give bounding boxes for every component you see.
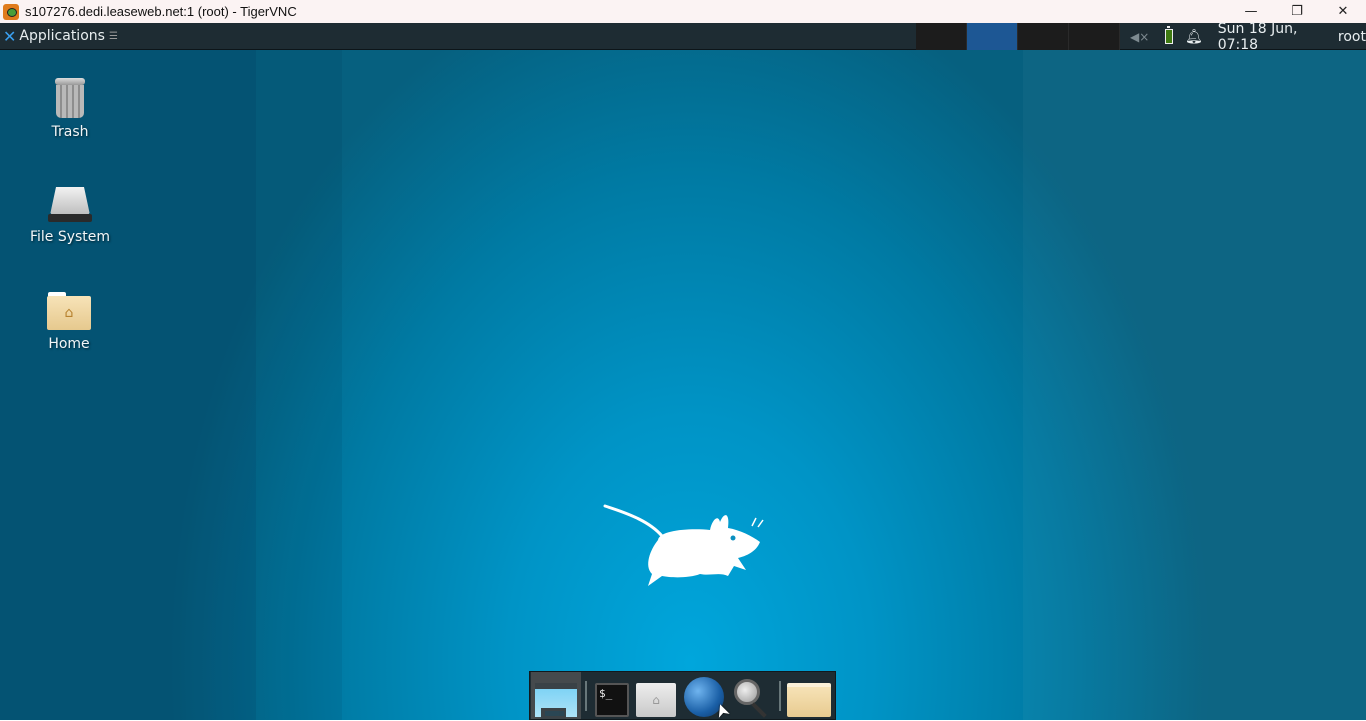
wallpaper-band	[1023, 23, 1366, 720]
dock-item-terminal[interactable]: $_	[591, 672, 633, 719]
desktop-icon-file-system[interactable]: File System	[15, 187, 125, 245]
show-desktop-icon	[535, 683, 577, 719]
bell-icon[interactable]: 🔔︎	[1185, 29, 1203, 45]
xfce-logo-icon: ✕	[3, 26, 17, 46]
top-panel: ✕ Applications ☰ ◀× 🔔︎ Sun 18 Jun, 07:18…	[0, 21, 1366, 53]
dock-item-app-finder[interactable]	[729, 672, 775, 719]
applications-menu-button[interactable]: ✕ Applications ☰	[0, 23, 118, 50]
desktop-icon-home[interactable]: ⌂ Home	[14, 292, 124, 352]
dock-item-show-desktop[interactable]	[531, 672, 581, 719]
user-menu[interactable]: root	[1338, 29, 1366, 45]
folder-icon	[787, 683, 831, 717]
home-folder-icon: ⌂	[636, 683, 676, 717]
trash-icon	[54, 76, 86, 118]
workspace-switcher	[916, 23, 1120, 50]
globe-icon	[684, 677, 724, 717]
dock-item-web-browser[interactable]	[679, 672, 729, 719]
window-titlebar: s107276.dedi.leaseweb.net:1 (root) - Tig…	[0, 0, 1366, 23]
applications-label: Applications	[19, 28, 105, 44]
speaker-muted-icon[interactable]: ◀×	[1130, 30, 1153, 44]
desktop-icon-label: File System	[29, 229, 111, 245]
workspace-4[interactable]	[1069, 23, 1120, 50]
hard-drive-icon	[47, 187, 93, 223]
xfce-mouse-logo	[603, 504, 764, 586]
desktop[interactable]	[0, 23, 1366, 720]
dock-separator	[585, 681, 587, 711]
home-folder-icon: ⌂	[46, 292, 92, 330]
desktop-icon-label: Trash	[51, 124, 89, 140]
desktop-icon-label: Home	[48, 336, 90, 352]
wallpaper-band	[256, 23, 342, 720]
workspace-1[interactable]	[916, 23, 967, 50]
magnifier-icon	[732, 677, 772, 718]
battery-icon[interactable]	[1164, 26, 1173, 44]
terminal-icon: $_	[595, 683, 629, 717]
window-title: s107276.dedi.leaseweb.net:1 (root) - Tig…	[25, 4, 297, 19]
dock-separator	[779, 681, 781, 711]
workspace-3[interactable]	[1018, 23, 1069, 50]
workspace-2[interactable]	[967, 23, 1018, 50]
system-tray: ◀× 🔔︎ Sun 18 Jun, 07:18 root	[1120, 21, 1366, 53]
dock-item-file-manager[interactable]: ⌂	[633, 672, 679, 719]
clock[interactable]: Sun 18 Jun, 07:18	[1218, 21, 1327, 53]
dock-item-folder[interactable]	[785, 672, 833, 719]
dock: $_ ⌂	[529, 671, 836, 720]
tigervnc-icon	[3, 3, 19, 20]
panel-grip-icon: ☰	[108, 30, 118, 42]
desktop-icon-trash[interactable]: Trash	[15, 76, 125, 140]
